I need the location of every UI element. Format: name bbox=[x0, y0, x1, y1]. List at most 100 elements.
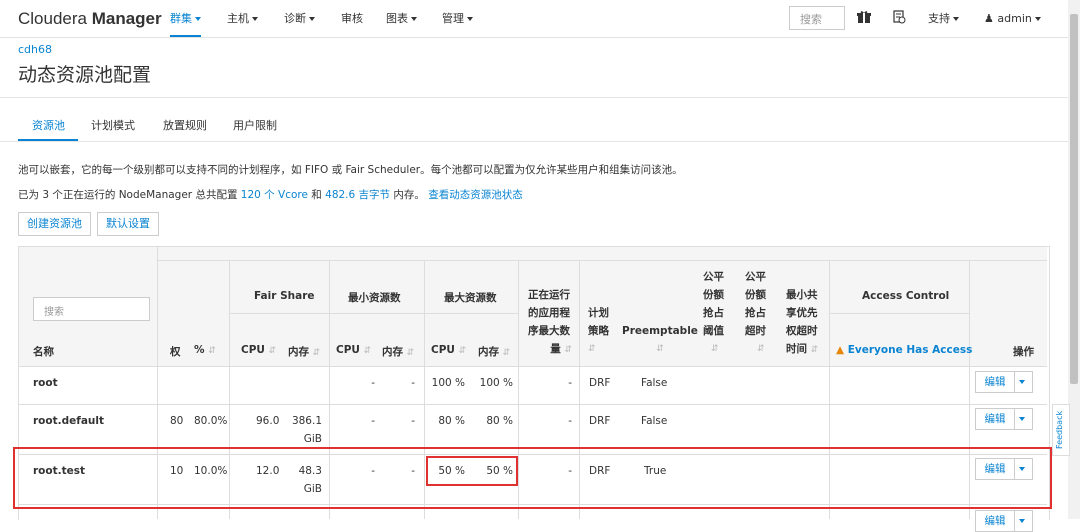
nav-charts[interactable]: 图表 bbox=[386, 0, 417, 37]
description-text: 池可以嵌套，它的每一个级别都可以支持不同的计划程序，如 FIFO 或 Fair … bbox=[18, 164, 683, 176]
header-fs-mem[interactable]: 内存 ⇵ bbox=[288, 344, 320, 359]
caret-down-icon[interactable] bbox=[1019, 417, 1025, 421]
default-settings-button[interactable]: 默认设置 bbox=[97, 212, 159, 236]
user-icon: ♟ bbox=[984, 12, 994, 25]
nav-hosts[interactable]: 主机 bbox=[227, 0, 258, 37]
caret-down-icon bbox=[953, 17, 959, 21]
preemptable: False bbox=[641, 415, 668, 427]
user-name: admin bbox=[997, 12, 1032, 25]
nav-user[interactable]: ♟ admin bbox=[984, 0, 1041, 37]
edit-split-button[interactable]: 编辑 bbox=[975, 408, 1033, 430]
max-cpu: 100 % bbox=[431, 377, 465, 389]
summary-suffix: 内存。 bbox=[390, 189, 425, 201]
header-percent[interactable]: % ⇵ bbox=[194, 344, 216, 356]
header-max-cpu[interactable]: CPU ⇵ bbox=[431, 344, 466, 356]
min-cpu: - bbox=[371, 415, 375, 427]
caret-down-icon[interactable] bbox=[1019, 519, 1025, 523]
memory-link[interactable]: 482.6 吉字节 bbox=[325, 189, 390, 201]
warning-icon: ▲ bbox=[836, 344, 845, 356]
nav-clusters[interactable]: 群集 bbox=[170, 0, 201, 37]
header-fair-share-preempt-timeout[interactable]: 公平 份额 抢占 超时 ⇵ bbox=[745, 268, 766, 358]
brand-name-light: Cloudera bbox=[18, 9, 92, 28]
header-min-cpu[interactable]: CPU ⇵ bbox=[336, 344, 371, 356]
summary-prefix: 已为 3 个正在运行的 NodeManager 总共配置 bbox=[18, 189, 241, 201]
capacity-summary: 已为 3 个正在运行的 NodeManager 总共配置 120 个 Vcore… bbox=[18, 187, 523, 202]
caret-down-icon bbox=[309, 17, 315, 21]
divider bbox=[0, 141, 1068, 142]
caret-down-icon[interactable] bbox=[1019, 380, 1025, 384]
running-commands-icon[interactable] bbox=[892, 10, 906, 27]
feedback-tab[interactable]: Feedback bbox=[1052, 404, 1070, 456]
parcel-gift-icon[interactable] bbox=[857, 10, 871, 27]
header-name[interactable]: 名称 bbox=[33, 344, 54, 359]
global-search-input[interactable]: 搜索 bbox=[789, 6, 845, 30]
caret-down-icon bbox=[252, 17, 258, 21]
support-label: 支持 bbox=[928, 12, 950, 25]
policy: DRF bbox=[589, 415, 611, 427]
fair-share-cpu: 96.0 bbox=[256, 415, 280, 427]
header-fs-cpu[interactable]: CPU ⇵ bbox=[241, 344, 276, 356]
brand-name-bold: Manager bbox=[91, 9, 162, 28]
tab-placement-rules[interactable]: 放置规则 bbox=[163, 117, 207, 133]
nav-admin[interactable]: 管理 bbox=[442, 0, 473, 37]
summary-mid: 和 bbox=[307, 189, 326, 201]
pool-filter-input[interactable]: 搜索 bbox=[33, 297, 150, 321]
caret-down-icon bbox=[411, 17, 417, 21]
nav-label: 管理 bbox=[442, 12, 464, 25]
page-title: 动态资源池配置 bbox=[18, 64, 152, 86]
policy: DRF bbox=[589, 377, 611, 389]
group-max-resources: 最大资源数 bbox=[444, 292, 497, 304]
weight: 80 bbox=[170, 415, 184, 427]
breadcrumb-cluster[interactable]: cdh68 bbox=[18, 43, 52, 56]
header-preemptable[interactable]: Preemptable ⇵ bbox=[622, 322, 698, 358]
scrollbar-thumb[interactable] bbox=[1070, 14, 1078, 384]
nav-label: 群集 bbox=[170, 12, 192, 25]
edit-button[interactable]: 编辑 bbox=[976, 372, 1015, 392]
fair-share-mem: 386.1 bbox=[291, 415, 322, 427]
tab-resource-pools[interactable]: 资源池 bbox=[32, 117, 65, 133]
max-mem: 80 % bbox=[486, 415, 513, 427]
nav-support[interactable]: 支持 bbox=[928, 0, 959, 37]
pool-name[interactable]: root.default bbox=[33, 415, 104, 427]
create-pool-button[interactable]: 创建资源池 bbox=[18, 212, 91, 236]
brand-logo[interactable]: Cloudera Manager bbox=[18, 9, 162, 29]
header-actions: 操作 bbox=[1013, 346, 1034, 358]
nav-audits[interactable]: 审核 bbox=[341, 0, 363, 37]
max-cpu: 80 % bbox=[438, 415, 465, 427]
caret-down-icon bbox=[1034, 17, 1041, 21]
pool-name[interactable]: root bbox=[33, 377, 58, 389]
view-pool-status-link[interactable]: 查看动态资源池状态 bbox=[428, 189, 523, 201]
highlight-max-resources-annotation bbox=[426, 456, 518, 486]
nav-label: 主机 bbox=[227, 12, 249, 25]
group-fair-share: Fair Share bbox=[254, 290, 315, 302]
divider bbox=[0, 97, 1068, 98]
highlight-row-annotation bbox=[13, 447, 1052, 509]
max-running-apps: - bbox=[568, 377, 572, 389]
tab-user-limits[interactable]: 用户限制 bbox=[233, 117, 277, 133]
edit-button[interactable]: 编辑 bbox=[976, 409, 1015, 429]
header-policy[interactable]: 计划 策略 ⇵ bbox=[588, 304, 609, 358]
group-min-resources: 最小资源数 bbox=[348, 292, 401, 304]
header-weight[interactable]: 权 bbox=[170, 344, 181, 359]
header-max-running-apps[interactable]: 正在运行 的应用程 序最大数量 ⇵ bbox=[528, 286, 572, 359]
header-min-share-preempt-timeout[interactable]: 最小共 享优先 权超时 时间 ⇵ bbox=[786, 286, 818, 359]
everyone-access-warning[interactable]: ▲ Everyone Has Access bbox=[836, 344, 972, 356]
vcore-link[interactable]: 120 个 Vcore bbox=[241, 189, 308, 201]
nav-label: 诊断 bbox=[284, 12, 306, 25]
percent: 80.0% bbox=[194, 415, 228, 427]
caret-down-icon bbox=[195, 17, 201, 21]
header-max-mem[interactable]: 内存 ⇵ bbox=[478, 344, 510, 359]
nav-label: 审核 bbox=[341, 12, 363, 25]
tab-schedule-mode[interactable]: 计划模式 bbox=[91, 117, 135, 133]
caret-down-icon bbox=[467, 17, 473, 21]
edit-button[interactable]: 编辑 bbox=[976, 511, 1015, 531]
header-min-mem[interactable]: 内存 ⇵ bbox=[382, 344, 414, 359]
nav-diagnostics[interactable]: 诊断 bbox=[284, 0, 315, 37]
header-fair-share-preempt-threshold[interactable]: 公平 份额 抢占 阈值 ⇵ bbox=[703, 268, 724, 358]
edit-split-button[interactable]: 编辑 bbox=[975, 371, 1033, 393]
edit-split-button[interactable]: 编辑 bbox=[975, 510, 1033, 532]
min-cpu: - bbox=[371, 377, 375, 389]
top-navbar: Cloudera Manager 群集 主机 诊断 审核 图表 管理 搜索 支持… bbox=[0, 0, 1068, 38]
min-mem: - bbox=[411, 377, 415, 389]
group-access-control: Access Control bbox=[862, 290, 950, 302]
